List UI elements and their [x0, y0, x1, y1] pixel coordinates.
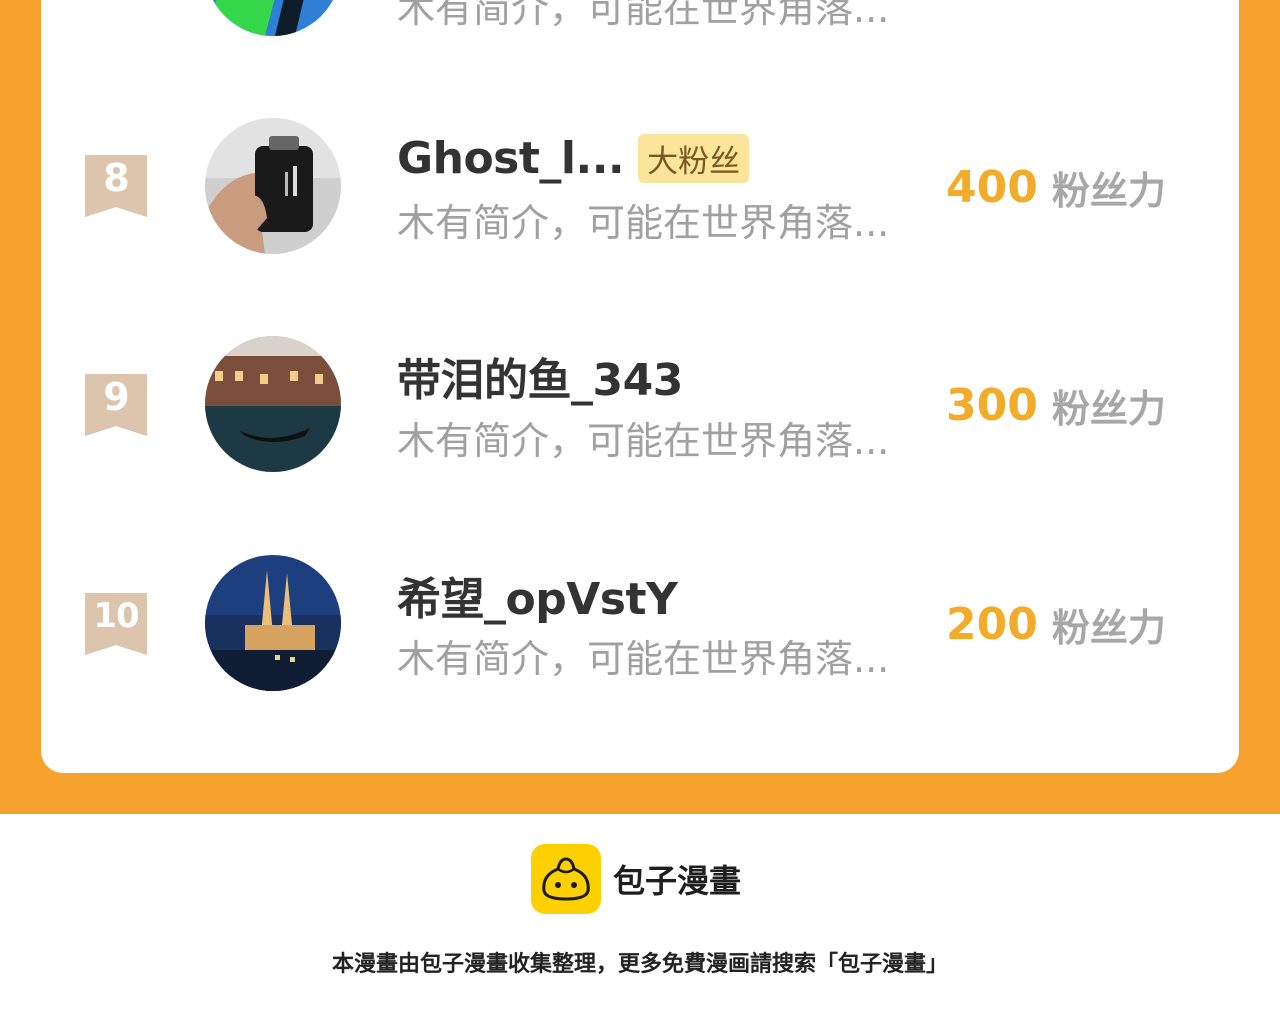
user-name[interactable]: 带泪的鱼_343 — [397, 344, 683, 408]
user-bio: 木有简介，可能在世界角落... — [397, 0, 890, 31]
user-name[interactable]: Ghost_l... — [397, 133, 625, 184]
fan-power-value: 300 — [946, 379, 1038, 431]
fan-power-value: 400 — [946, 161, 1038, 213]
fan-level-badge: 大粉丝 — [638, 133, 750, 183]
footer-notice: 本漫畫由包子漫畫收集整理，更多免費漫画請搜索「包子漫畫」 — [331, 952, 948, 977]
user-bio: 木有简介，可能在世界角落... — [397, 637, 890, 681]
user-avatar[interactable] — [205, 336, 341, 472]
bun-logo-icon — [531, 844, 601, 914]
fan-power: 400 粉丝力 — [946, 157, 1166, 217]
user-avatar[interactable] — [205, 555, 341, 691]
fan-power-unit: 粉丝力 — [1051, 168, 1166, 213]
user-avatar[interactable] — [205, 118, 341, 254]
fan-power: 200 粉丝力 — [946, 594, 1166, 654]
fan-power-unit: 粉丝力 — [1051, 386, 1166, 431]
fan-power-value: 200 — [946, 598, 1038, 650]
user-bio: 木有简介，可能在世界角落... — [397, 419, 890, 463]
fan-power-unit: 粉丝力 — [1051, 605, 1166, 650]
brand-logo-group: 包子漫畫 — [531, 844, 741, 914]
user-name[interactable]: 希望_opVstY — [397, 563, 678, 627]
fan-power: 300 粉丝力 — [946, 375, 1166, 435]
user-bio: 木有简介，可能在世界角落... — [397, 201, 890, 245]
brand-name: 包子漫畫 — [613, 862, 742, 900]
